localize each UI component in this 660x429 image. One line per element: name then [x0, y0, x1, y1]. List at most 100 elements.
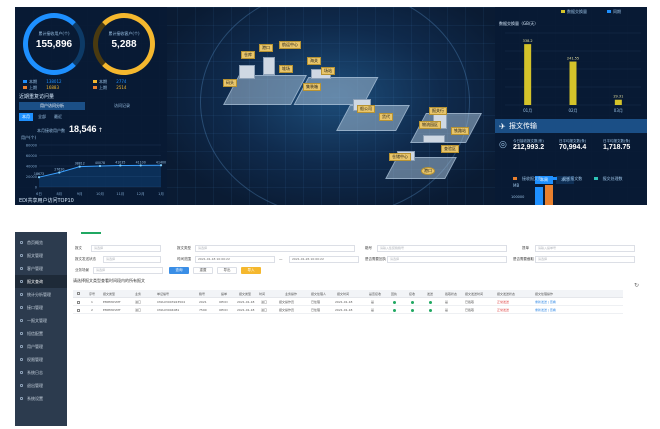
map-label[interactable]: 仓库 — [241, 51, 255, 59]
legend-swatch — [23, 80, 27, 83]
data-label: 41035 — [115, 160, 125, 164]
up-arrow-icon: ↑ — [97, 127, 103, 134]
sidebar-item[interactable]: 用户管理 — [15, 340, 67, 353]
table-cell: 报文操作员 — [279, 300, 295, 304]
table-cell: 已截取 — [465, 308, 475, 312]
column-header: 报文发送时间 — [465, 292, 484, 296]
table-cell: 是 — [371, 308, 375, 312]
subtab-month[interactable]: 本月 — [19, 113, 33, 121]
sidebar-item-label: 退出管理 — [27, 383, 43, 388]
legend-swatch — [513, 177, 517, 180]
status-dot — [429, 301, 432, 304]
visit-tabs: 用户访问分析 访问记录 — [19, 102, 159, 110]
filter-select[interactable]: 请选择 — [535, 256, 635, 263]
filter-select[interactable]: 请选择 — [93, 267, 163, 274]
transfer-stat-label: 今日接收报文数(条) — [513, 139, 544, 143]
map-label[interactable]: 查验区 — [441, 145, 459, 153]
sidebar-item[interactable]: 首页概览 — [15, 236, 67, 249]
left-stats-panel: 累计接收用户(个) 155,896 累计接收客户(个) 5,288 本期 138… — [15, 7, 167, 205]
admin-screenshot: 首页概览 报文管理 客户管理 报文查询 统计分析管理 接口管理 一报文管理 短信… — [15, 232, 647, 426]
select-all-checkbox[interactable] — [77, 292, 80, 295]
map-label[interactable]: 仓储中心 — [389, 153, 411, 161]
import-button[interactable]: 导入 — [241, 267, 261, 274]
sidebar-item-active[interactable]: 报文查询 — [15, 275, 67, 288]
sidebar-item[interactable]: 短信配置 — [15, 327, 67, 340]
table-row[interactable]: 1 EMPMOVMT 进口 CMAU3003923504 2021 OECD 2… — [73, 299, 623, 306]
right-stats-panel: 数据交换量 同期 数据交换量（GB/天） 338.2 01月 241.55 02月 29… — [495, 7, 647, 205]
legend-swatch — [561, 10, 565, 13]
sidebar-item[interactable]: 客户管理 — [15, 262, 67, 275]
table-cell: EMPMOVMT — [103, 300, 121, 304]
sidebar-item-label: 用户管理 — [27, 344, 43, 349]
sidebar-item[interactable]: 报文管理 — [15, 249, 67, 262]
map-label[interactable]: 物流园区 — [419, 121, 441, 129]
column-header: 业务操作 — [285, 292, 298, 296]
sidebar-item-label: 报文查询 — [27, 279, 43, 284]
tab-visit-analysis[interactable]: 用户访问分析 — [19, 102, 85, 110]
date-end-input[interactable]: 2021-01-26 10:00:22 — [289, 256, 359, 263]
legend-label: 报文处理数 — [602, 176, 623, 181]
sidebar-item-label: 报文管理 — [27, 253, 43, 258]
row-actions[interactable]: 重新发送 | 查看 — [535, 307, 556, 314]
bar-value-label: 338.2 — [523, 39, 533, 43]
legend-label: 接收报文数 — [522, 176, 542, 181]
filter-input[interactable]: 请输入提单号 — [535, 245, 635, 252]
filter-label: 报文类型 — [177, 246, 191, 250]
filter-input[interactable]: 请输入集装箱箱号 — [377, 245, 507, 252]
row-checkbox[interactable] — [77, 301, 80, 304]
legend-swatch — [593, 177, 598, 180]
transfer-stat: 今日接收报文数(条) 212,993.2 — [513, 139, 544, 151]
filter-select[interactable]: 请选择 — [195, 245, 355, 252]
table-cell: 1 — [91, 300, 93, 304]
exchange-bar-chart: 338.2 01月 241.55 02月 29.31 03月 — [505, 32, 641, 113]
filter-select[interactable]: 请选择 — [103, 256, 161, 263]
filter-select[interactable]: 请选择 — [91, 245, 161, 252]
map-label[interactable]: 港口 — [259, 44, 273, 52]
date-start-input[interactable]: 2021-01-18 10:00:22 — [195, 256, 275, 263]
map-label[interactable]: 铁路站 — [451, 127, 469, 135]
subtab-recent[interactable]: 最近 — [51, 113, 65, 121]
sidebar-item[interactable]: 系统日志 — [15, 366, 67, 379]
sidebar-item[interactable]: 系统设置 — [15, 392, 67, 405]
map-label[interactable]: 堆场 — [279, 65, 293, 73]
column-header: 接收 — [409, 292, 416, 296]
map-label[interactable]: 海关 — [307, 57, 321, 65]
map-label[interactable]: 集装箱 — [303, 83, 321, 91]
menu-icon — [20, 267, 23, 270]
tab-visit-records[interactable]: 访问记录 — [89, 102, 155, 110]
map-label[interactable]: 船公司 — [357, 105, 375, 113]
bar — [569, 61, 577, 105]
sidebar-item-label: 客户管理 — [27, 266, 43, 271]
sidebar-item[interactable]: 权限管理 — [15, 353, 67, 366]
map-label[interactable]: 报关行 — [429, 107, 447, 115]
sidebar-item[interactable]: 统计分析管理 — [15, 288, 67, 301]
filter-select[interactable]: 请选择 — [387, 256, 507, 263]
reset-button[interactable]: 重置 — [193, 267, 213, 274]
row-actions[interactable]: 重新发送 | 查看 — [535, 299, 556, 306]
map-center-label[interactable]: 港口 — [421, 167, 435, 175]
x-tick-label: 02月 — [568, 108, 577, 113]
row-checkbox[interactable] — [77, 309, 80, 312]
map-label[interactable]: 货代 — [379, 113, 393, 121]
subtab-all[interactable]: 全部 — [35, 113, 49, 121]
filter-label: 业务场景 — [75, 268, 89, 272]
x-tick-label: 6日 — [36, 192, 42, 196]
status-dot — [411, 301, 414, 304]
transfer-title-text: 报文传输 — [509, 122, 537, 130]
map-label[interactable]: 航运中心 — [279, 41, 301, 49]
customers-ring: 累计接收客户(个) 5,288 — [93, 13, 155, 75]
table-cell: 2 — [91, 308, 93, 312]
map-label[interactable]: 场站 — [321, 67, 335, 75]
search-button[interactable]: 查询 — [169, 267, 189, 274]
sidebar-item[interactable]: 退出管理 — [15, 379, 67, 392]
month-users-label: 本月接收用户数 — [37, 128, 65, 133]
ring-legend-row: 上期 2514 — [93, 85, 126, 91]
export-button[interactable]: 导出 — [217, 267, 237, 274]
table-cell: 是 — [371, 300, 375, 304]
sidebar-item[interactable]: 一报文管理 — [15, 314, 67, 327]
map-label[interactable]: 码头 — [223, 79, 237, 87]
sidebar-item[interactable]: 接口管理 — [15, 301, 67, 314]
table-cell: 7590 — [199, 308, 207, 312]
table-row[interactable]: 2 EMPMOVMT 进口 CMAU3004081 7590 OECD 2021… — [73, 307, 623, 314]
refresh-icon[interactable]: ↻ — [634, 282, 639, 289]
